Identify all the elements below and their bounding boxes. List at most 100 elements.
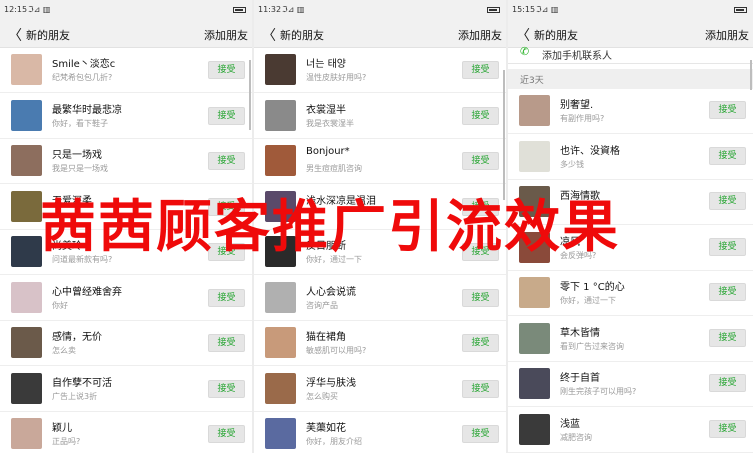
nav-bar: 〈新的朋友 添加朋友 [508, 20, 753, 48]
friend-request-row[interactable]: 芙蕖如花你好，朋友介绍 接受 [254, 412, 506, 453]
request-message: 敏感肌可以用吗? [306, 346, 367, 355]
page-title: 新的朋友 [26, 29, 70, 42]
status-icons [734, 5, 747, 14]
request-message: 怎么购买 [306, 391, 338, 401]
friend-request-row[interactable]: 草木皆情 看到广告过来咨询 接受 [508, 316, 753, 362]
request-message: 纪梵希包包几折? [52, 73, 113, 82]
nav-bar: 〈新的朋友 添加朋友 [0, 20, 252, 48]
add-friend-button[interactable]: 添加朋友 [705, 27, 749, 43]
back-arrow-icon[interactable]: 〈 [262, 25, 276, 45]
accept-button[interactable]: 接受 [709, 374, 746, 392]
status-time: 12:15 [4, 5, 28, 14]
friend-request-row[interactable]: 零下 1 °C的心 你好，通过一下 接受 [508, 271, 753, 316]
avatar [11, 54, 42, 85]
scrollbar[interactable] [249, 60, 251, 130]
accept-button[interactable]: 接受 [709, 328, 746, 347]
request-message: 我是衣裳湿半 [306, 118, 354, 128]
accept-button[interactable]: 接受 [462, 61, 499, 79]
friend-request-row[interactable]: 人心会说谎咨询产品 接受 [254, 275, 506, 321]
back-arrow-icon[interactable]: 〈 [516, 25, 530, 45]
avatar [265, 54, 296, 85]
friend-request-row[interactable]: 只是一场戏我是只是一场戏 接受 [0, 139, 252, 184]
add-phone-contacts-row[interactable]: ✆ 添加手机联系人 [508, 45, 753, 64]
friend-request-row[interactable]: 终于自首 刚生完孩子可以用吗? 接受 [508, 362, 753, 407]
accept-button[interactable]: 接受 [709, 283, 746, 301]
accept-button[interactable]: 接受 [462, 152, 499, 170]
requester-name: 浅蓝 [560, 418, 580, 430]
friend-request-row[interactable]: 浅蓝 减肥咨询 接受 [508, 407, 753, 453]
accept-button[interactable]: 接受 [208, 288, 245, 307]
accept-button[interactable]: 接受 [462, 379, 499, 398]
status-icons [487, 5, 500, 14]
signal-icon: ℑ⊿ ▥ [282, 5, 305, 14]
screenshot-collage: 12:15 ℑ⊿ ▥ 〈新的朋友 添加朋友 Smile丶淡恋c 纪梵希包包几折? 接受 最繁华… [0, 0, 753, 453]
friend-request-row[interactable]: 心中曾经难舍弃 你好 接受 [0, 275, 252, 321]
scrollbar[interactable] [750, 60, 752, 90]
accept-button[interactable]: 接受 [208, 61, 245, 79]
accept-button[interactable]: 接受 [462, 288, 499, 307]
accept-button[interactable]: 接受 [462, 106, 499, 125]
avatar [519, 413, 550, 445]
requester-name: 浮华与肤浅 [306, 377, 356, 389]
request-message: 咨询产品 [306, 300, 338, 310]
request-message: 你好，朋友介绍 [306, 437, 362, 446]
request-message: 你好，看下鞋子 [52, 118, 108, 128]
battery-icon [734, 6, 747, 13]
request-message: 男生痘痘肌咨询 [306, 164, 362, 173]
avatar [265, 418, 296, 449]
back-arrow-icon[interactable]: 〈 [8, 25, 22, 45]
accept-button[interactable]: 接受 [709, 146, 746, 165]
avatar [11, 372, 42, 404]
promo-overlay-text: 茜茜顾客推广引流效果 [40, 194, 620, 260]
status-time: 11:32 [258, 5, 282, 14]
friend-request-row[interactable]: 也许、没資格 多少钱 接受 [508, 134, 753, 180]
friend-request-row[interactable]: 颖儿 正品吗? 接受 [0, 412, 252, 453]
requester-name: 草木皆情 [560, 327, 600, 339]
status-bar: 15:15 ℑ⊿ ▥ [508, 0, 753, 20]
friend-request-row[interactable]: 最繁华时最悲凉 你好，看下鞋子 接受 [0, 93, 252, 139]
phone-icon: ✆ [520, 45, 530, 58]
requester-name: 芙蕖如花 [306, 423, 346, 434]
request-message: 有副作用吗? [560, 114, 605, 123]
signal-icon: ℑ⊿ ▥ [28, 5, 51, 14]
avatar [265, 99, 296, 131]
accept-button[interactable]: 接受 [208, 425, 245, 443]
avatar [519, 95, 550, 126]
friend-request-row[interactable]: Bonjour* 男生痘痘肌咨询 接受 [254, 139, 506, 184]
add-friend-button[interactable]: 添加朋友 [204, 27, 248, 43]
battery-icon [487, 6, 500, 13]
accept-button[interactable]: 接受 [208, 379, 245, 398]
friend-request-row[interactable]: Smile丶淡恋c 纪梵希包包几折? 接受 [0, 48, 252, 93]
requester-name: 自作孽不可活 [52, 377, 112, 389]
request-message: 正品吗? [52, 437, 81, 446]
friend-request-row[interactable]: 衣裳湿半 我是衣裳湿半 接受 [254, 93, 506, 139]
avatar [519, 322, 550, 354]
page-title: 新的朋友 [534, 29, 578, 42]
friend-request-row[interactable]: 猫在裙角敏感肌可以用吗? 接受 [254, 321, 506, 366]
requester-name: 猫在裙角 [306, 332, 346, 343]
request-message: 怎么卖 [52, 346, 76, 355]
accept-button[interactable]: 接受 [462, 334, 499, 352]
requester-name: 人心会说谎 [306, 286, 356, 298]
accept-button[interactable]: 接受 [208, 152, 245, 170]
friend-request-row[interactable]: 别奢望. 有副作用吗? 接受 [508, 89, 753, 134]
friend-request-row[interactable]: 感情，无价 怎么卖 接受 [0, 321, 252, 366]
friend-request-row[interactable]: 自作孽不可活 广告上说3折 接受 [0, 366, 252, 412]
signal-icon: ℑ⊿ ▥ [536, 5, 559, 14]
request-message: 你好 [52, 300, 68, 310]
friend-request-row[interactable]: 浮华与肤浅怎么购买 接受 [254, 366, 506, 412]
accept-button[interactable]: 接受 [208, 106, 245, 125]
requester-name: 心中曾经难舍弃 [52, 286, 122, 298]
add-friend-button[interactable]: 添加朋友 [458, 27, 502, 43]
request-message: 刚生完孩子可以用吗? [560, 387, 637, 396]
accept-button[interactable]: 接受 [709, 419, 746, 438]
request-message: 广告上说3折 [52, 391, 98, 401]
accept-button[interactable]: 接受 [709, 101, 746, 119]
accept-button[interactable]: 接受 [462, 425, 499, 443]
requester-name: 别奢望. [560, 100, 594, 111]
accept-button[interactable]: 接受 [208, 334, 245, 352]
requester-name: 只是一场戏 [52, 150, 102, 161]
request-message: 我是只是一场戏 [52, 164, 108, 173]
scrollbar[interactable] [503, 70, 505, 200]
friend-request-row[interactable]: 너는 태양 温性皮肤好用吗? 接受 [254, 48, 506, 93]
